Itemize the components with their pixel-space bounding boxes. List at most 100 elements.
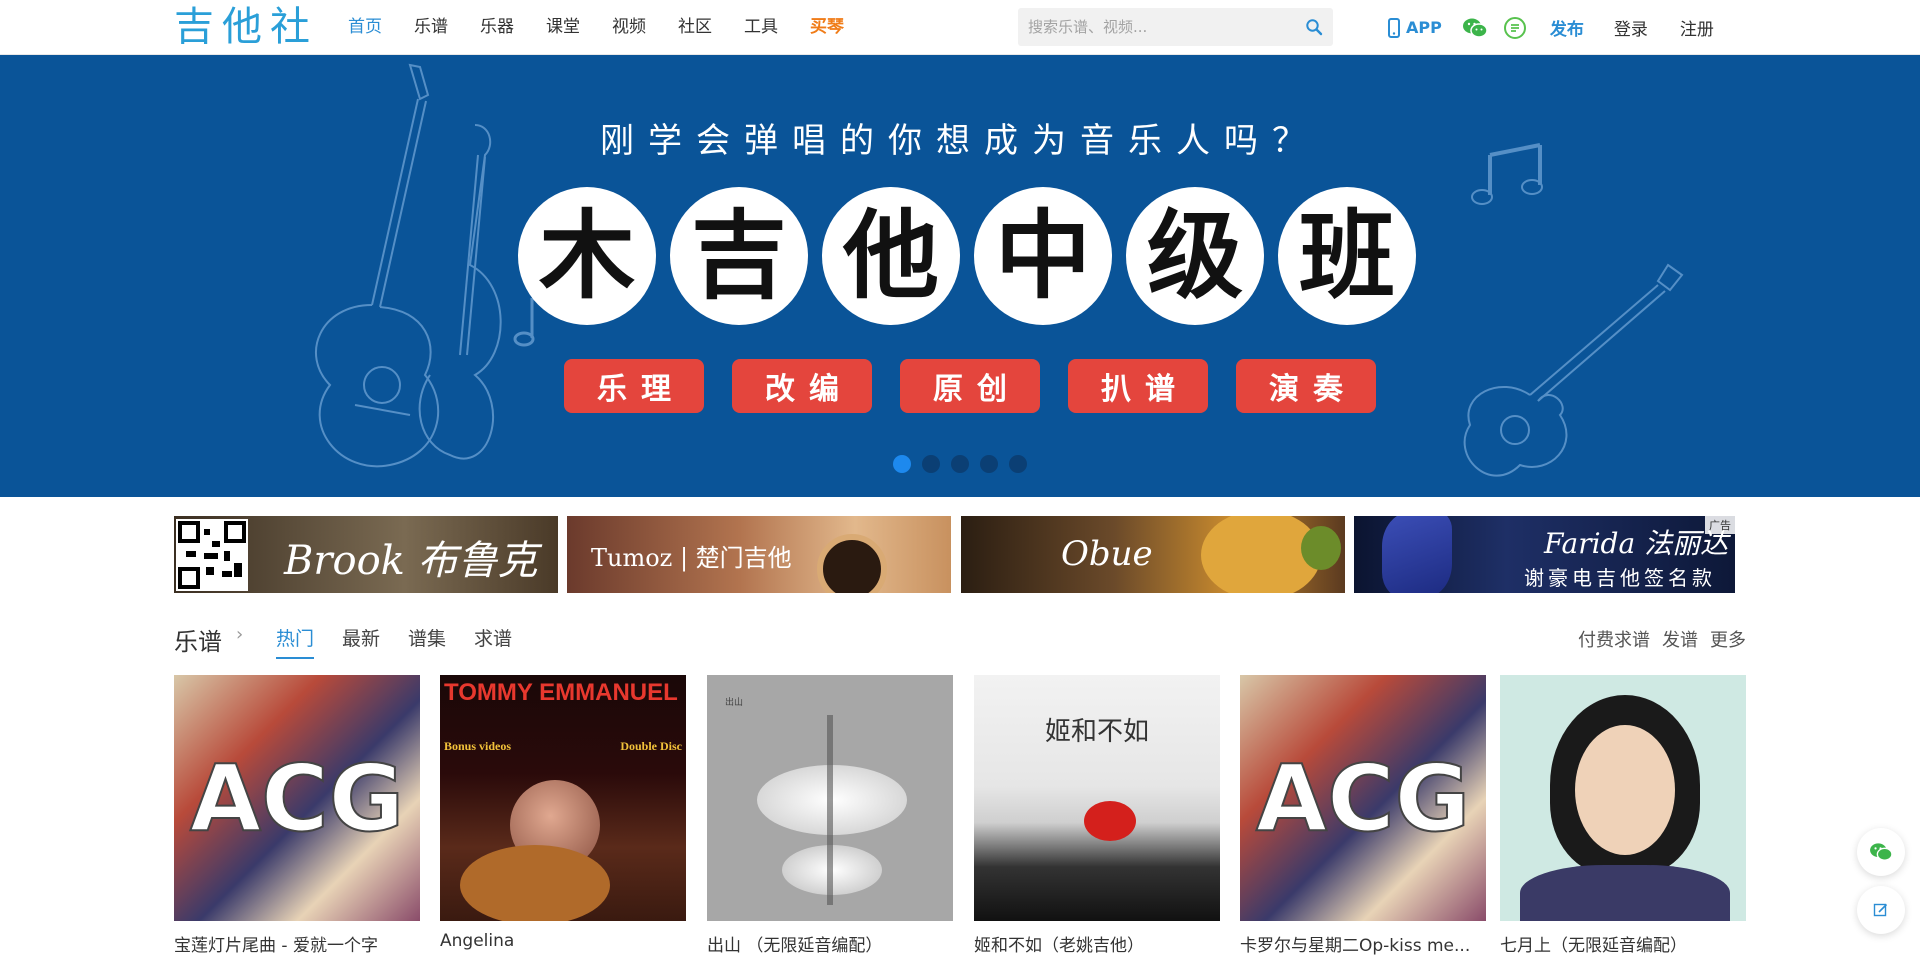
sheet-card[interactable]: TOMMY EMMANUEL Bonus videos Double Disc … bbox=[440, 675, 686, 951]
ad-brook[interactable]: Brook 布鲁克 bbox=[174, 516, 558, 593]
banner-title-char: 他 bbox=[822, 187, 960, 325]
header-actions: APP 发布 登录 注册 bbox=[1388, 0, 1746, 55]
banner-tag: 原创 bbox=[900, 359, 1040, 413]
site-logo[interactable]: 吉他社 bbox=[174, 4, 318, 50]
banner-title-circles: 木 吉 他 中 级 班 bbox=[518, 187, 1430, 325]
sheet-card[interactable]: ACG 宝莲灯片尾曲 - 爱就一个字 bbox=[174, 675, 420, 956]
cover-text: 出山 bbox=[725, 698, 744, 708]
sheet-card[interactable]: 出山 出山 （无限延音编配） bbox=[707, 675, 953, 956]
ad-farida-subtext: 谢豪电吉他签名款 bbox=[1524, 566, 1716, 590]
nav-item-sheet-music[interactable]: 乐谱 bbox=[414, 0, 448, 55]
card-title[interactable]: 卡罗尔与星期二Op-kiss me... bbox=[1240, 931, 1486, 956]
section-links: 付费求谱 发谱 更多 bbox=[1566, 626, 1746, 652]
qr-code-icon bbox=[176, 519, 248, 591]
chevron-right-icon[interactable]: › bbox=[236, 624, 243, 645]
search-input[interactable] bbox=[1028, 8, 1288, 46]
post-sheet-link[interactable]: 发谱 bbox=[1662, 626, 1698, 652]
banner-title-char: 级 bbox=[1126, 187, 1264, 325]
nav-item-instruments[interactable]: 乐器 bbox=[480, 0, 514, 55]
card-title[interactable]: Angelina bbox=[440, 931, 686, 951]
floating-wechat-button[interactable] bbox=[1857, 828, 1905, 876]
ad-tumoz-text: Tumoz | 楚门吉他 bbox=[591, 544, 792, 572]
paid-request-link[interactable]: 付费求谱 bbox=[1578, 626, 1650, 652]
sheet-card[interactable]: ACG 卡罗尔与星期二Op-kiss me... bbox=[1240, 675, 1486, 956]
banner-title-char: 班 bbox=[1278, 187, 1416, 325]
wechat-icon[interactable] bbox=[1462, 15, 1488, 41]
sheet-music-section-header: 乐谱 › 热门 最新 谱集 求谱 付费求谱 发谱 更多 bbox=[174, 618, 1746, 659]
tab-collections[interactable]: 谱集 bbox=[408, 624, 446, 659]
nav-item-videos[interactable]: 视频 bbox=[612, 0, 646, 55]
nav-item-buy-guitar[interactable]: 买琴 bbox=[810, 0, 844, 55]
publish-link[interactable]: 发布 bbox=[1550, 15, 1584, 40]
banner-title-char: 吉 bbox=[670, 187, 808, 325]
login-link[interactable]: 登录 bbox=[1614, 15, 1648, 40]
sheet-card[interactable]: 姬和不如 姬和不如（老姚吉他） bbox=[974, 675, 1220, 956]
carousel-dot-4[interactable] bbox=[980, 455, 998, 473]
app-download-link[interactable]: APP bbox=[1388, 17, 1442, 38]
cover-subtext: Bonus videos bbox=[444, 739, 512, 753]
weibo-icon[interactable] bbox=[1502, 15, 1528, 41]
card-cover-image[interactable]: ACG bbox=[1240, 675, 1486, 921]
guitar-soundhole-illustration bbox=[817, 534, 887, 593]
app-label: APP bbox=[1406, 18, 1442, 37]
more-link[interactable]: 更多 bbox=[1710, 626, 1746, 652]
banner-title-char: 中 bbox=[974, 187, 1112, 325]
carousel-dot-3[interactable] bbox=[951, 455, 969, 473]
ad-obue-text: Obue bbox=[1061, 534, 1153, 574]
banner-title-char: 木 bbox=[518, 187, 656, 325]
guitar-illustration bbox=[460, 845, 610, 921]
card-cover-image[interactable] bbox=[1500, 675, 1746, 921]
banner-tag: 演奏 bbox=[1236, 359, 1376, 413]
nav-item-community[interactable]: 社区 bbox=[678, 0, 712, 55]
cover-subtext: Double Disc bbox=[620, 739, 682, 753]
sheet-music-grid: ACG 宝莲灯片尾曲 - 爱就一个字 TOMMY EMMANUEL Bonus … bbox=[174, 675, 1746, 960]
banner-tag: 乐理 bbox=[564, 359, 704, 413]
card-cover-image[interactable]: TOMMY EMMANUEL Bonus videos Double Disc bbox=[440, 675, 686, 921]
search-box bbox=[1018, 8, 1333, 46]
carousel-dot-2[interactable] bbox=[922, 455, 940, 473]
carousel-dot-5[interactable] bbox=[1009, 455, 1027, 473]
card-title[interactable]: 宝莲灯片尾曲 - 爱就一个字 bbox=[174, 931, 420, 956]
sheet-card[interactable]: 七月上（无限延音编配） bbox=[1500, 675, 1746, 956]
nav-item-tools[interactable]: 工具 bbox=[744, 0, 778, 55]
cover-text: ACG bbox=[189, 744, 405, 853]
ad-brook-text: Brook 布鲁克 bbox=[284, 538, 538, 584]
cover-text: ACG bbox=[1255, 744, 1471, 853]
guitar-sketch-right-illustration bbox=[1463, 143, 1684, 477]
banner-headline: 刚学会弹唱的你想成为音乐人吗？ bbox=[600, 121, 1320, 161]
apple-illustration bbox=[1301, 526, 1341, 570]
wechat-icon bbox=[1870, 843, 1893, 861]
carousel-dot-1[interactable] bbox=[893, 455, 911, 473]
hero-banner[interactable]: 刚学会弹唱的你想成为音乐人吗？ 木 吉 他 中 级 班 乐理 改编 原创 扒谱 … bbox=[0, 55, 1920, 497]
ad-strip: Brook 布鲁克 Tumoz | 楚门吉他 Obue Farida 法丽达 谢… bbox=[174, 516, 1735, 593]
tab-latest[interactable]: 最新 bbox=[342, 624, 380, 659]
tab-requests[interactable]: 求谱 bbox=[474, 624, 512, 659]
section-tabs: 热门 最新 谱集 求谱 bbox=[276, 624, 540, 659]
phone-icon bbox=[1388, 17, 1400, 38]
search-icon[interactable] bbox=[1305, 18, 1323, 36]
ad-obue[interactable]: Obue bbox=[961, 516, 1345, 593]
main-nav: 首页 乐谱 乐器 课堂 视频 社区 工具 买琴 bbox=[348, 0, 876, 55]
card-cover-image[interactable]: 出山 bbox=[707, 675, 953, 921]
ad-badge: 广告 bbox=[1705, 516, 1735, 534]
ad-farida[interactable]: Farida 法丽达 谢豪电吉他签名款 广告 bbox=[1354, 516, 1735, 593]
nav-item-home[interactable]: 首页 bbox=[348, 0, 382, 55]
ad-farida-text: Farida 法丽达 bbox=[1544, 527, 1729, 560]
nav-item-classroom[interactable]: 课堂 bbox=[546, 0, 580, 55]
edit-icon bbox=[1873, 903, 1888, 917]
portrait-face-illustration bbox=[1575, 725, 1675, 855]
card-cover-image[interactable]: ACG bbox=[174, 675, 420, 921]
card-cover-image[interactable]: 姬和不如 bbox=[974, 675, 1220, 921]
ad-tumoz[interactable]: Tumoz | 楚门吉他 bbox=[567, 516, 951, 593]
electric-guitar-illustration bbox=[1382, 516, 1452, 593]
banner-tags: 乐理 改编 原创 扒谱 演奏 bbox=[564, 359, 1404, 413]
card-title[interactable]: 姬和不如（老姚吉他） bbox=[974, 931, 1220, 956]
floating-feedback-button[interactable] bbox=[1857, 886, 1905, 934]
pillar-illustration bbox=[827, 715, 833, 905]
register-link[interactable]: 注册 bbox=[1680, 15, 1714, 40]
section-title[interactable]: 乐谱 bbox=[174, 622, 222, 657]
tab-hot[interactable]: 热门 bbox=[276, 624, 315, 659]
carousel-dots bbox=[893, 455, 1038, 473]
card-title[interactable]: 出山 （无限延音编配） bbox=[707, 931, 953, 956]
card-title[interactable]: 七月上（无限延音编配） bbox=[1500, 931, 1746, 956]
